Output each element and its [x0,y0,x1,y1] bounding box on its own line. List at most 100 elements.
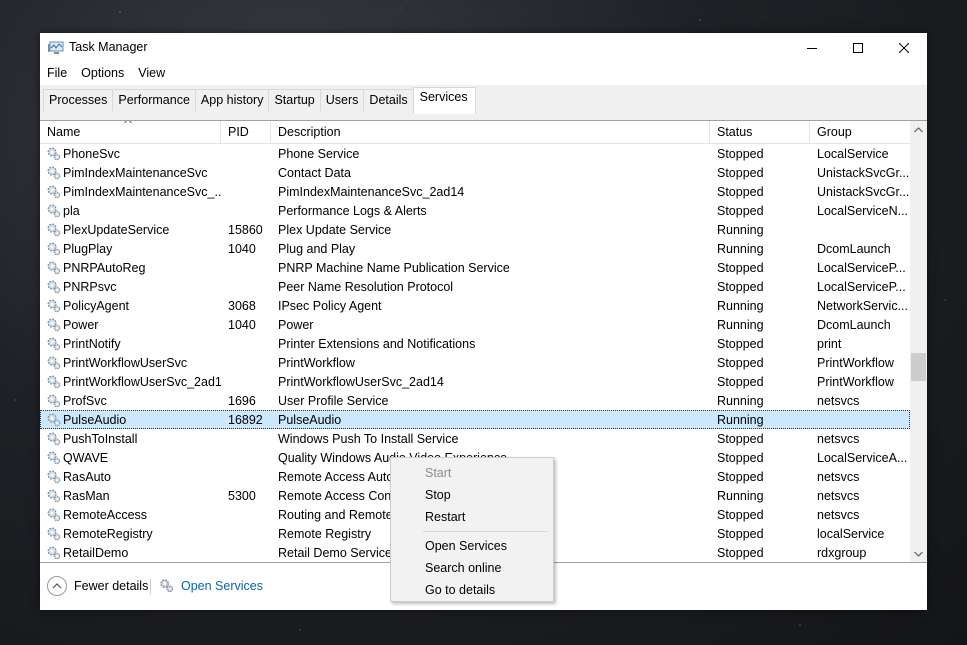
service-group: UnistackSvcGr... [817,165,910,180]
service-gear-icon [47,394,61,408]
service-row[interactable]: ProfSvc 1696 User Profile Service Running ne… [40,391,910,410]
service-pid: 1696 [228,393,256,408]
service-pid: 16892 [228,412,263,427]
service-row[interactable]: PhoneSvc Phone Service Stopped LocalService [40,144,910,163]
service-row[interactable]: PlexUpdateService 15860 Plex Update Servic… [40,220,910,239]
service-row[interactable]: PNRPAutoReg PNRP Machine Name Publication… [40,258,910,277]
service-name: pla [63,203,80,218]
column-header-description[interactable]: Description [271,121,710,144]
service-row[interactable]: PlugPlay 1040 Plug and Play Running DcomLaun… [40,239,910,258]
service-group: netsvcs [817,393,860,408]
service-group: LocalServiceP... [817,260,906,275]
tab-processes[interactable]: Processes [43,89,114,111]
service-row[interactable]: PushToInstall Windows Push To Install Ser… [40,429,910,448]
column-header-name[interactable]: Name [40,121,221,144]
context-menu-stop[interactable]: Stop [393,484,551,506]
service-name-cell: PNRPsvc [40,279,221,294]
service-group: PrintWorkflow [817,355,894,370]
service-row[interactable]: PrintWorkflowUserSvc_2ad14 PrintWorkflowU… [40,372,910,391]
service-pid: 1040 [228,317,256,332]
open-services-link[interactable]: Open Services [159,578,263,593]
service-gear-icon [47,489,61,503]
service-name: PrintNotify [63,336,121,351]
service-name-cell: PimIndexMaintenanceSvc [40,165,221,180]
service-row[interactable]: PimIndexMaintenanceSvc_... PimIndexMainte… [40,182,910,201]
service-gear-icon [47,508,61,522]
service-name-cell: PimIndexMaintenanceSvc_... [40,184,221,199]
service-gear-icon [47,546,61,560]
service-name: Power [63,317,99,332]
service-description: Windows Push To Install Service [278,431,459,446]
column-header-pid[interactable]: PID [221,121,271,144]
service-row[interactable]: PulseAudio 16892 PulseAudio Running [40,410,910,429]
column-header-status[interactable]: Status [710,121,810,144]
service-gear-icon [47,527,61,541]
service-gear-icon [47,204,61,218]
fewer-details-button[interactable]: Fewer details [47,576,148,596]
service-gear-icon [47,318,61,332]
service-description: IPsec Policy Agent [278,298,382,313]
scroll-thumb[interactable] [911,353,926,381]
service-name: PimIndexMaintenanceSvc_... [63,184,221,199]
column-header-group[interactable]: Group [810,121,910,144]
minimize-button[interactable] [789,33,835,63]
service-pid: 3068 [228,298,256,313]
context-menu-go-to-details[interactable]: Go to details [393,579,551,601]
menu-file[interactable]: File [40,64,74,84]
collapse-circle-icon [47,576,67,596]
service-name-cell: RetailDemo [40,545,221,560]
service-group: LocalServiceP... [817,279,906,294]
service-description: Phone Service [278,146,360,161]
service-name-cell: PrintNotify [40,336,221,351]
title-bar[interactable]: Task Manager [40,33,927,63]
service-group: localService [817,526,885,541]
sort-ascending-icon [124,121,132,124]
service-name: RasAuto [63,469,111,484]
scroll-up-button[interactable] [910,121,927,138]
context-menu-search-online[interactable]: Search online [393,557,551,579]
service-row[interactable]: PNRPsvc Peer Name Resolution Protocol Stop… [40,277,910,296]
service-description: Plug and Play [278,241,356,256]
service-name: RetailDemo [63,545,129,560]
service-name: PNRPsvc [63,279,117,294]
service-status: Stopped [717,545,764,560]
context-menu-open-services[interactable]: Open Services [393,535,551,557]
maximize-button[interactable] [835,33,881,63]
vertical-scrollbar[interactable] [910,121,927,562]
service-group: netsvcs [817,507,860,522]
service-name-cell: PrintWorkflowUserSvc [40,355,221,370]
footer-separator [150,579,151,594]
service-group: netsvcs [817,488,860,503]
service-status: Running [717,298,764,313]
service-row[interactable]: PimIndexMaintenanceSvc Contact Data Stoppe… [40,163,910,182]
service-gear-icon [47,166,61,180]
tab-performance[interactable]: Performance [112,89,196,111]
service-status: Stopped [717,507,764,522]
service-name-cell: PhoneSvc [40,146,221,161]
tab-services[interactable]: Services [412,87,476,114]
menu-options[interactable]: Options [74,64,131,84]
service-name: RasMan [63,488,110,503]
service-row[interactable]: PrintNotify Printer Extensions and Notifi… [40,334,910,353]
service-gear-icon [47,185,61,199]
scroll-down-button[interactable] [910,545,927,562]
service-name-cell: Power [40,317,221,332]
service-gear-icon [47,451,61,465]
tab-startup[interactable]: Startup [268,89,321,111]
service-row[interactable]: Power 1040 Power Running DcomLaunch [40,315,910,334]
tab-details[interactable]: Details [363,89,414,111]
tab-app-history[interactable]: App history [194,89,270,111]
service-name-cell: RasAuto [40,469,221,484]
tab-users[interactable]: Users [319,89,365,111]
service-status: Stopped [717,526,764,541]
context-menu-restart[interactable]: Restart [393,506,551,528]
close-button[interactable] [881,33,927,63]
service-row[interactable]: PrintWorkflowUserSvc PrintWorkflow Stopped… [40,353,910,372]
service-row[interactable]: PolicyAgent 3068 IPsec Policy Agent Running… [40,296,910,315]
menu-view[interactable]: View [131,64,172,84]
service-status: Stopped [717,203,764,218]
service-status: Stopped [717,355,764,370]
service-row[interactable]: pla Performance Logs & Alerts Stopped Local… [40,201,910,220]
service-gear-icon [47,337,61,351]
service-group: DcomLaunch [817,241,891,256]
